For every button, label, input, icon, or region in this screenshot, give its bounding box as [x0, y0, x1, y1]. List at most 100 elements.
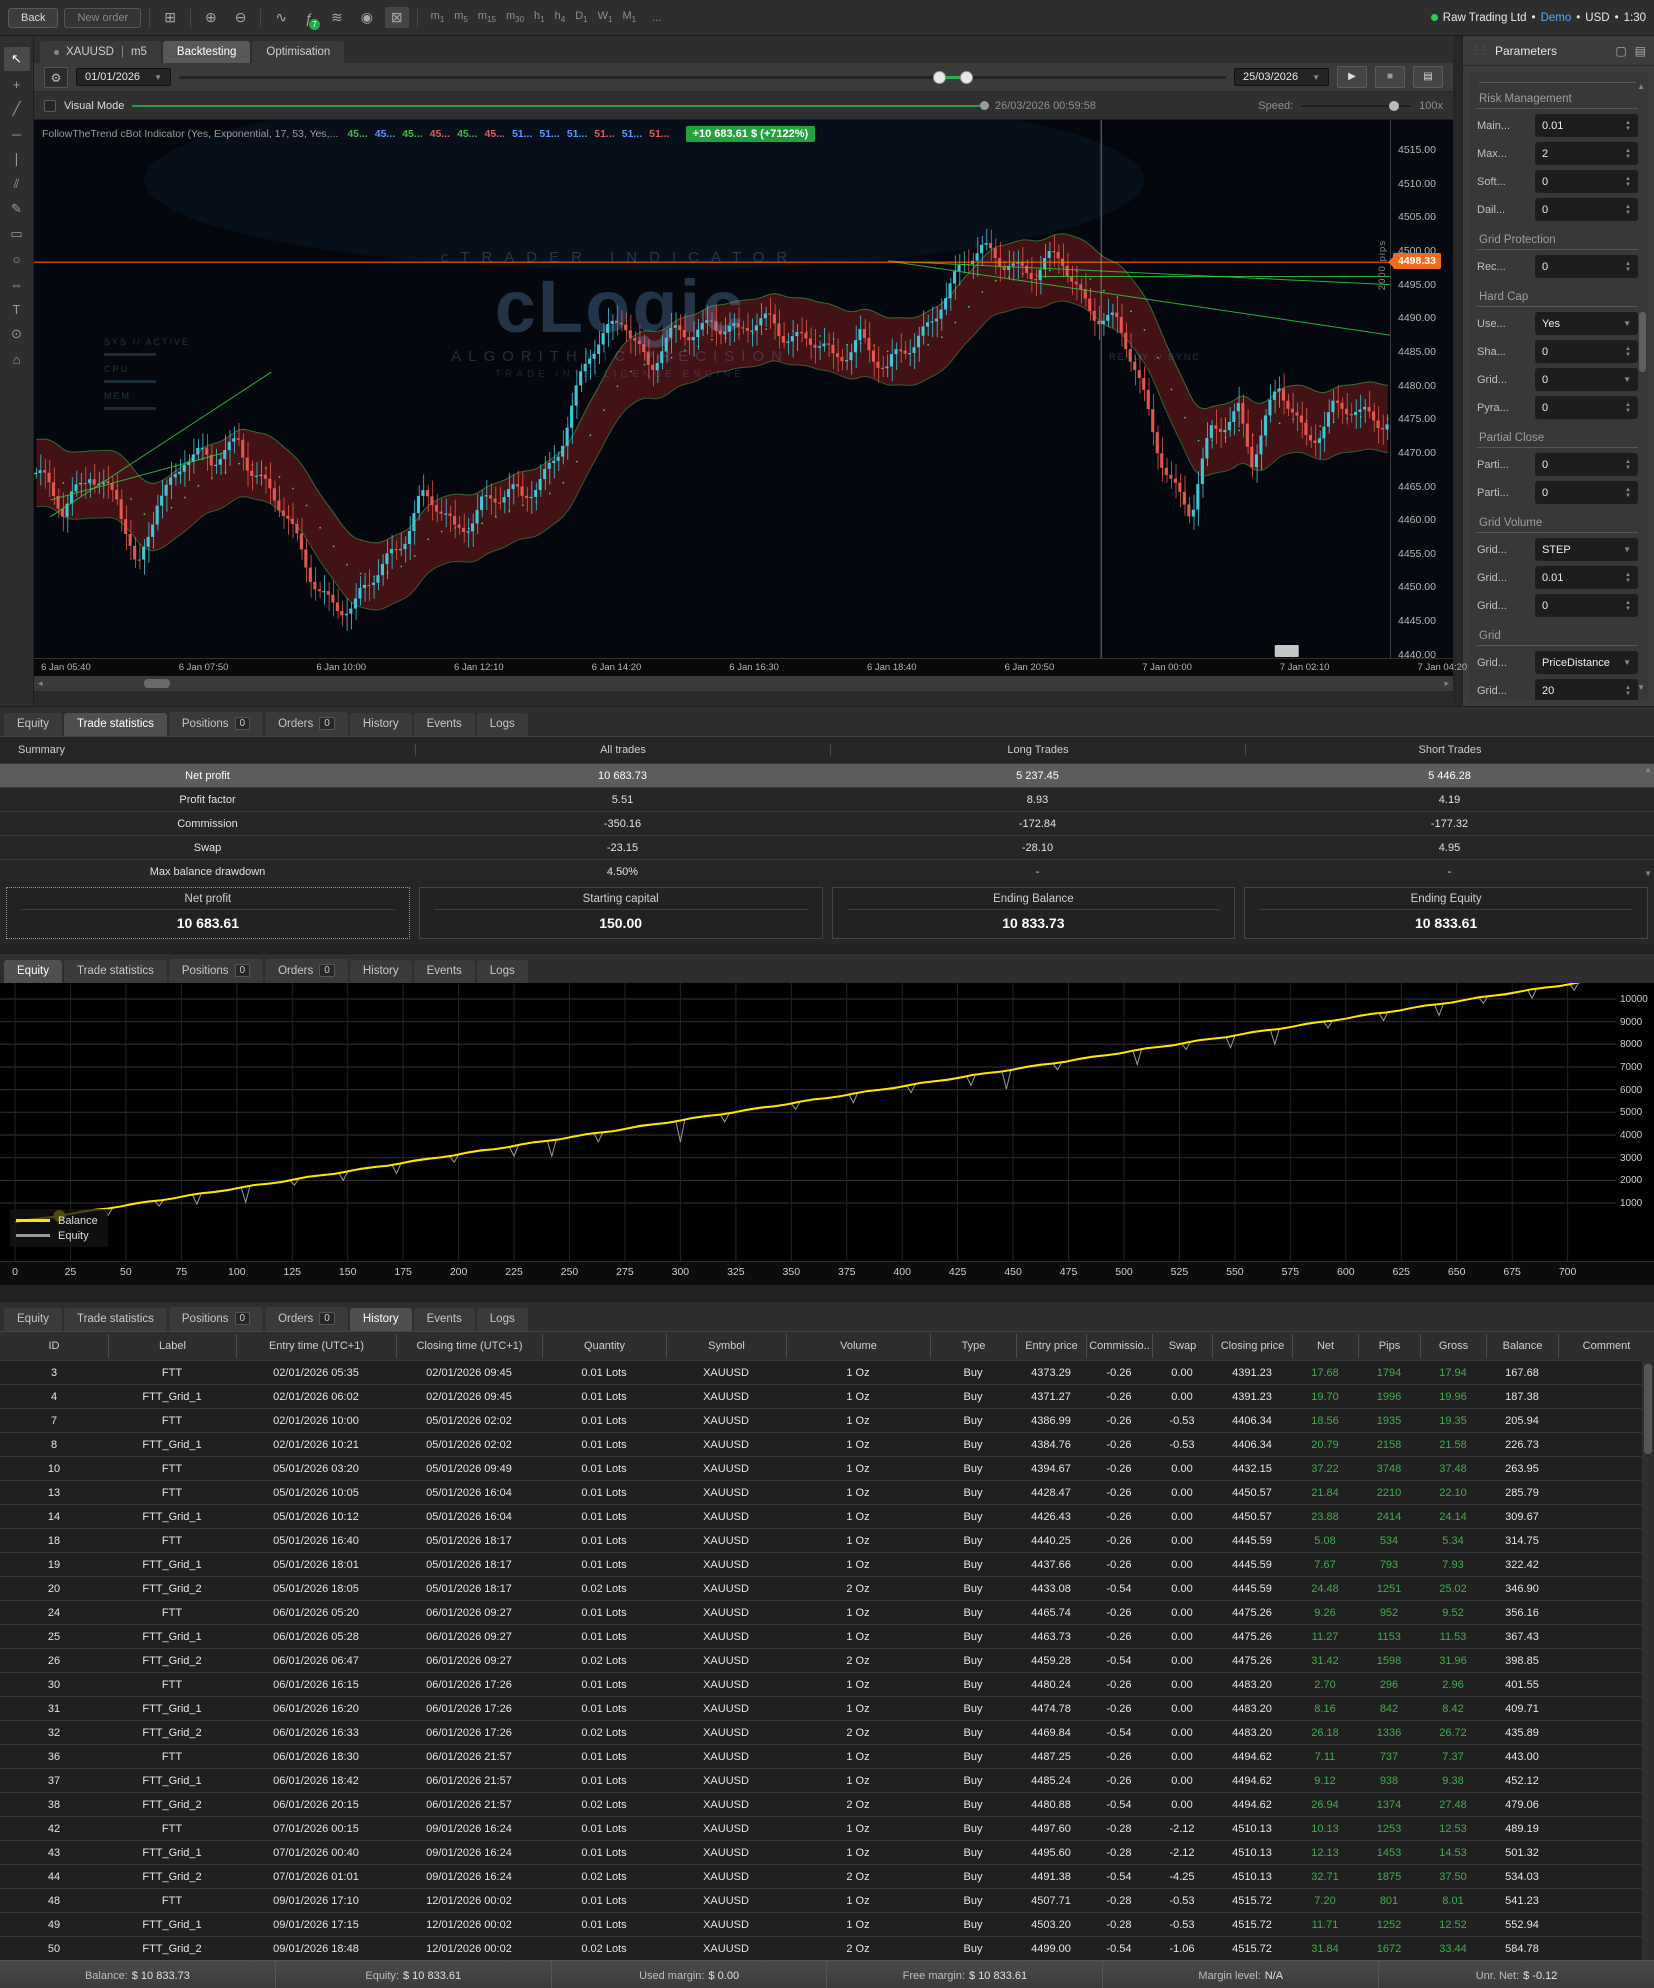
history-row[interactable]: 19FTT_Grid_105/01/2026 18:0105/01/2026 1…	[0, 1552, 1654, 1576]
history-row[interactable]: 30FTT06/01/2026 16:1506/01/2026 17:260.0…	[0, 1672, 1654, 1696]
save-button[interactable]: ▤	[1413, 66, 1443, 88]
param-stepper[interactable]: 0▲▼	[1535, 481, 1638, 504]
summary-row[interactable]: Profit factor5.518.934.19	[0, 787, 1654, 811]
history-row[interactable]: 20FTT_Grid_205/01/2026 18:0505/01/2026 1…	[0, 1576, 1654, 1600]
history-column-header[interactable]: Comment	[1558, 1334, 1654, 1358]
history-row[interactable]: 48FTT09/01/2026 17:1012/01/2026 00:020.0…	[0, 1888, 1654, 1912]
tab-optimisation[interactable]: Optimisation	[252, 41, 344, 63]
indicator-icon[interactable]: ∿	[269, 7, 293, 28]
history-row[interactable]: 25FTT_Grid_106/01/2026 05:2806/01/2026 0…	[0, 1624, 1654, 1648]
tab-symbol-xauusd[interactable]: XAUUSD | m5	[40, 41, 161, 63]
history-column-header[interactable]: Commissio..	[1086, 1334, 1152, 1358]
tab-equity[interactable]: Equity	[4, 1308, 62, 1331]
progress-handle[interactable]	[980, 101, 989, 110]
tab-equity[interactable]: Equity	[4, 960, 62, 983]
undock-panel-icon[interactable]: ▢	[1615, 44, 1626, 58]
summary-row[interactable]: Max balance drawdown4.50%--	[0, 859, 1654, 883]
tab-history[interactable]: History	[350, 713, 412, 736]
screenshot-tool-icon[interactable]: ⊙	[4, 322, 30, 346]
history-row[interactable]: 13FTT05/01/2026 10:0505/01/2026 16:040.0…	[0, 1480, 1654, 1504]
layers-icon[interactable]: ≋	[325, 7, 349, 28]
stepper-arrows-icon[interactable]: ▲▼	[1625, 261, 1631, 273]
param-dropdown[interactable]: 0▼	[1535, 368, 1638, 391]
history-column-header[interactable]: Quantity	[542, 1334, 666, 1358]
stepper-arrows-icon[interactable]: ▲▼	[1625, 459, 1631, 471]
history-row[interactable]: 38FTT_Grid_206/01/2026 20:1506/01/2026 2…	[0, 1792, 1654, 1816]
backtest-settings-icon[interactable]: ⚙	[44, 67, 68, 88]
tab-trade-statistics[interactable]: Trade statistics	[64, 713, 167, 736]
stat-box-ending-balance[interactable]: Ending Balance10 833.73	[832, 887, 1236, 939]
stepper-arrows-icon[interactable]: ▲▼	[1625, 402, 1631, 414]
account-type-link[interactable]: Demo	[1541, 12, 1572, 24]
history-column-header[interactable]: Balance	[1486, 1334, 1558, 1358]
visual-mode-checkbox[interactable]	[44, 100, 56, 112]
range-handle-start[interactable]	[933, 71, 946, 84]
cursor-tool-icon[interactable]: ↖	[4, 47, 30, 71]
history-row[interactable]: 49FTT_Grid_109/01/2026 17:1512/01/2026 0…	[0, 1912, 1654, 1936]
trendline-tool-icon[interactable]: ╱	[4, 97, 30, 121]
history-column-header[interactable]: Closing price	[1212, 1334, 1292, 1358]
history-column-header[interactable]: Closing time (UTC+1)	[396, 1334, 542, 1358]
pencil-tool-icon[interactable]: ✎	[4, 197, 30, 221]
param-dropdown[interactable]: STEP▼	[1535, 538, 1638, 561]
tab-trade-statistics[interactable]: Trade statistics	[64, 960, 167, 983]
timeframe-m30[interactable]: m30	[501, 8, 529, 24]
layout-icon[interactable]: ⊞	[158, 7, 182, 28]
tab-positions[interactable]: Positions0	[169, 712, 263, 736]
stepper-arrows-icon[interactable]: ▲▼	[1625, 487, 1631, 499]
history-row[interactable]: 14FTT_Grid_105/01/2026 10:1205/01/2026 1…	[0, 1504, 1654, 1528]
stepper-arrows-icon[interactable]: ▲▼	[1625, 572, 1631, 584]
scroll-down-icon[interactable]: ▼	[1644, 869, 1652, 878]
tab-logs[interactable]: Logs	[477, 960, 528, 983]
summary-scrollbar[interactable]: ▲ ▼	[1642, 765, 1652, 878]
history-row[interactable]: 44FTT_Grid_207/01/2026 01:0109/01/2026 1…	[0, 1864, 1654, 1888]
parameters-scrollbar[interactable]	[1639, 312, 1646, 372]
param-dropdown[interactable]: PriceDistance▼	[1535, 651, 1638, 674]
history-row[interactable]: 10FTT05/01/2026 03:2005/01/2026 09:490.0…	[0, 1456, 1654, 1480]
tab-backtesting[interactable]: Backtesting	[163, 41, 250, 63]
tab-events[interactable]: Events	[414, 960, 475, 983]
summary-row[interactable]: Swap-23.15-28.104.95	[0, 835, 1654, 859]
history-row[interactable]: 4FTT_Grid_102/01/2026 06:0202/01/2026 09…	[0, 1384, 1654, 1408]
text-tool-icon[interactable]: T	[4, 297, 30, 321]
tab-logs[interactable]: Logs	[477, 713, 528, 736]
scroll-right-icon[interactable]: ▸	[1444, 678, 1449, 689]
timeframe-h1[interactable]: h1	[529, 8, 550, 24]
param-stepper[interactable]: 0▲▼	[1535, 453, 1638, 476]
timeframe-m5[interactable]: m5	[449, 8, 473, 24]
history-row[interactable]: 18FTT05/01/2026 16:4005/01/2026 18:170.0…	[0, 1528, 1654, 1552]
timeframe-D1[interactable]: D1	[570, 8, 592, 24]
scroll-down-icon[interactable]: ▼	[1637, 683, 1645, 692]
backtest-range-slider[interactable]	[179, 67, 1226, 87]
history-row[interactable]: 32FTT_Grid_206/01/2026 16:3306/01/2026 1…	[0, 1720, 1654, 1744]
timeframe-h4[interactable]: h4	[550, 8, 571, 24]
history-row[interactable]: 37FTT_Grid_106/01/2026 18:4206/01/2026 2…	[0, 1768, 1654, 1792]
history-row[interactable]: 24FTT06/01/2026 05:2006/01/2026 09:270.0…	[0, 1600, 1654, 1624]
summary-row[interactable]: Commission-350.16-172.84-177.32	[0, 811, 1654, 835]
ellipse-tool-icon[interactable]: ○	[4, 247, 30, 271]
history-column-header[interactable]: Pips	[1358, 1334, 1420, 1358]
history-row[interactable]: 7FTT02/01/2026 10:0005/01/2026 02:020.01…	[0, 1408, 1654, 1432]
watch-icon[interactable]: ◉	[355, 7, 379, 28]
alert-tool-icon[interactable]: ⌂	[4, 347, 30, 371]
stop-button[interactable]: ■	[1375, 66, 1405, 88]
history-row[interactable]: 26FTT_Grid_206/01/2026 06:4706/01/2026 0…	[0, 1648, 1654, 1672]
toolbar-grip[interactable]: ::::::::	[4, 38, 30, 42]
stepper-arrows-icon[interactable]: ▲▼	[1625, 346, 1631, 358]
end-date-picker[interactable]: 25/03/2026▼	[1234, 68, 1329, 86]
tab-history[interactable]: History	[350, 960, 412, 983]
crosshair-tool-icon[interactable]: +	[4, 72, 30, 96]
scrollbar-thumb[interactable]	[144, 679, 170, 688]
history-row[interactable]: 36FTT06/01/2026 18:3006/01/2026 21:570.0…	[0, 1744, 1654, 1768]
tab-logs[interactable]: Logs	[477, 1308, 528, 1331]
stepper-arrows-icon[interactable]: ▲▼	[1625, 120, 1631, 132]
panel-menu-icon[interactable]: ▤	[1635, 44, 1646, 58]
time-axis[interactable]: 6 Jan 05:406 Jan 07:506 Jan 10:006 Jan 1…	[34, 658, 1453, 676]
history-row[interactable]: 43FTT_Grid_107/01/2026 00:4009/01/2026 1…	[0, 1840, 1654, 1864]
history-column-header[interactable]: Type	[930, 1334, 1016, 1358]
history-row[interactable]: 31FTT_Grid_106/01/2026 16:2006/01/2026 1…	[0, 1696, 1654, 1720]
stepper-arrows-icon[interactable]: ▲▼	[1625, 685, 1631, 697]
tab-orders[interactable]: Orders0	[265, 959, 348, 983]
history-column-header[interactable]: Volume	[786, 1334, 930, 1358]
history-row[interactable]: 42FTT07/01/2026 00:1509/01/2026 16:240.0…	[0, 1816, 1654, 1840]
